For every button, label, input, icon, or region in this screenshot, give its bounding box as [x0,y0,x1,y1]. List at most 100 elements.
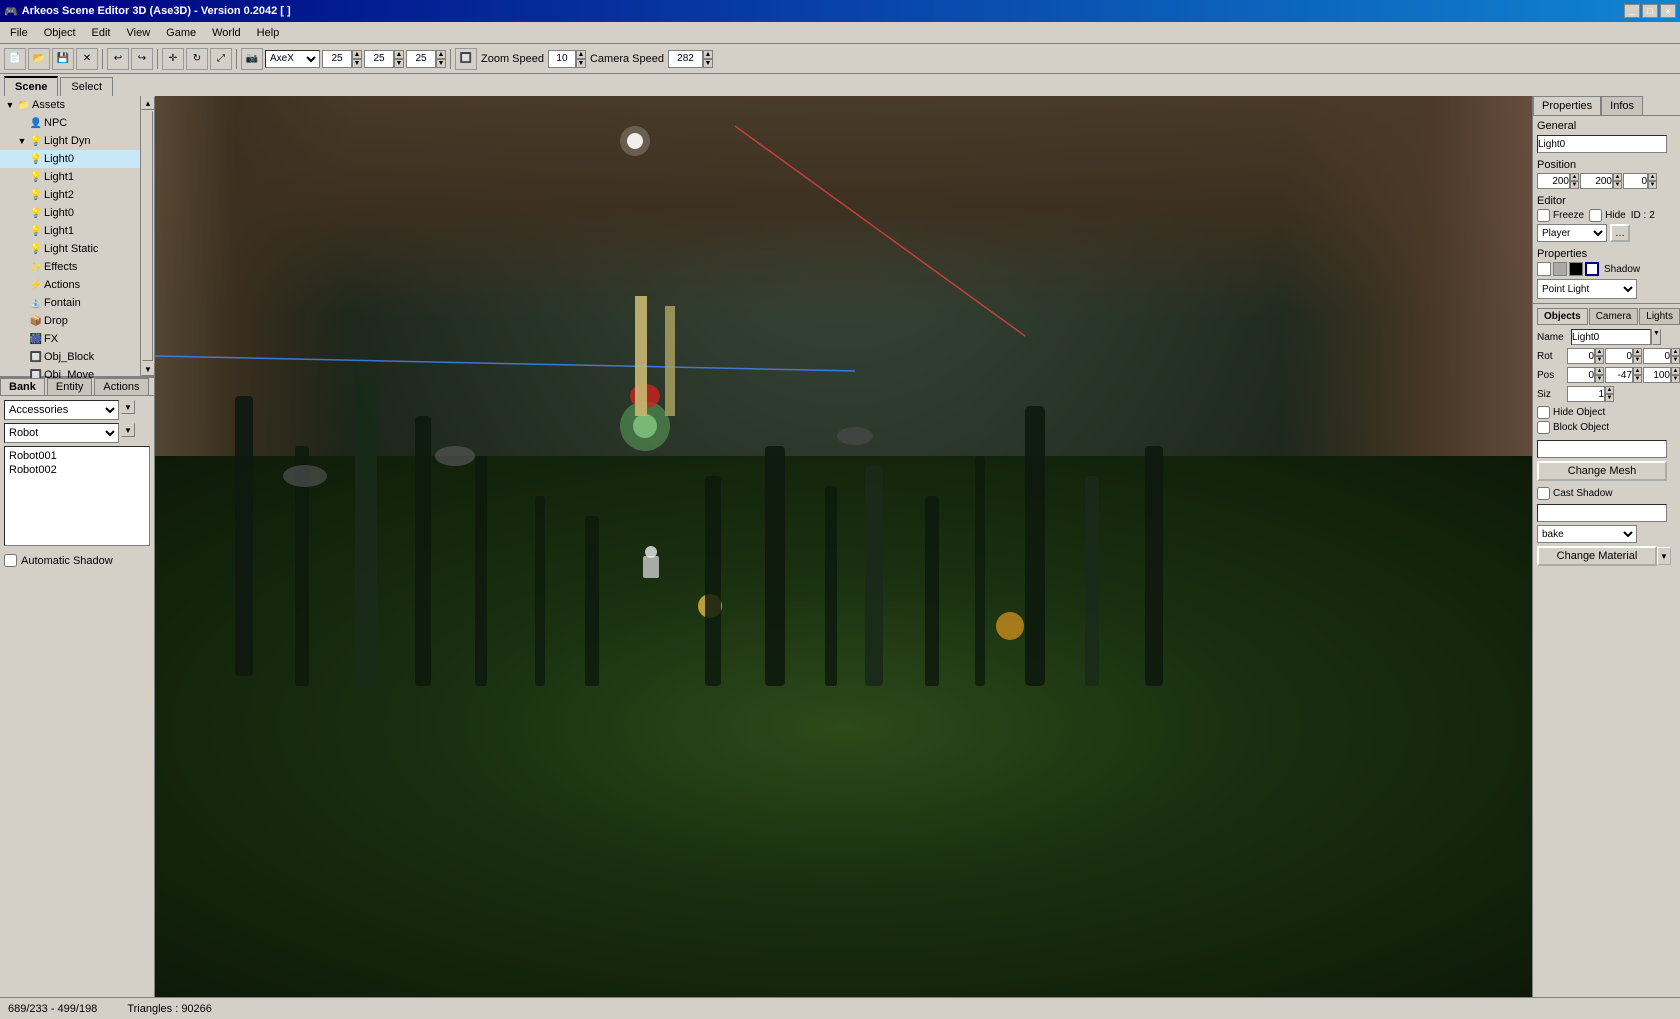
scroll-up-arrow[interactable]: ▲ [141,96,155,110]
obj-pos-y-arrows[interactable]: ▲ ▼ [1633,367,1642,383]
tree-node-light0a[interactable]: 💡 Light0 [0,150,140,168]
tree-node-effects[interactable]: ✨ Effects [0,258,140,276]
zoom-spin[interactable]: ▲ ▼ [548,50,586,68]
tree-node-npc[interactable]: 👤 NPC [0,114,140,132]
rot-y-spin[interactable]: ▲ ▼ [1605,348,1642,364]
menu-help[interactable]: Help [249,25,288,41]
expand-lightdyn[interactable]: ▼ [16,136,28,146]
mesh-name-input[interactable] [1537,440,1667,458]
obj-pos-z-input[interactable] [1643,367,1671,383]
tab-infos[interactable]: Infos [1601,96,1643,115]
obj-pos-x-spin[interactable]: ▲ ▼ [1567,367,1604,383]
player-select[interactable]: Player [1537,224,1607,242]
viewport-canvas[interactable] [155,96,1532,997]
general-name-input[interactable] [1537,135,1667,153]
tree-node-objmove[interactable]: 🔲 Obj_Move [0,366,140,378]
x-arrows[interactable]: ▲ ▼ [352,50,362,68]
pos-x-spin[interactable]: ▲ ▼ [1537,173,1579,189]
cast-shadow-checkbox[interactable] [1537,487,1550,500]
delete-button[interactable]: ✕ [76,48,98,70]
color3[interactable] [1569,262,1583,276]
obj-pos-z-spin[interactable]: ▲ ▼ [1643,367,1680,383]
obj-pos-x-arrows[interactable]: ▲ ▼ [1595,367,1604,383]
size-arrows[interactable]: ▲ ▼ [1605,386,1614,402]
tab-camera[interactable]: Camera [1589,308,1639,325]
material-name-input[interactable] [1537,504,1667,522]
minimize-button[interactable]: _ [1624,4,1640,18]
y-down[interactable]: ▼ [394,59,404,68]
menu-object[interactable]: Object [36,25,84,41]
titlebar-controls[interactable]: _ □ × [1624,4,1676,18]
y-up[interactable]: ▲ [394,50,404,59]
hide-checkbox[interactable] [1589,209,1602,222]
tree-node-lightstatic[interactable]: 💡 Light Static [0,240,140,258]
obj-pos-x-input[interactable] [1567,367,1595,383]
y-input[interactable] [364,50,394,68]
scale-button[interactable]: ⤢ [210,48,232,70]
x-spin[interactable]: ▲ ▼ [322,50,362,68]
pos-x-arrows[interactable]: ▲ ▼ [1570,173,1579,189]
camera-arrows[interactable]: ▲ ▼ [703,50,713,68]
y-arrows[interactable]: ▲ ▼ [394,50,404,68]
player-button[interactable]: … [1610,224,1630,242]
pos-z-input[interactable] [1623,173,1648,189]
rot-z-arrows[interactable]: ▲ ▼ [1671,348,1680,364]
tab-scene[interactable]: Scene [4,76,58,96]
z-spin[interactable]: ▲ ▼ [406,50,446,68]
tree-node-objblock[interactable]: 🔲 Obj_Block [0,348,140,366]
open-button[interactable]: 📂 [28,48,50,70]
automatic-shadow-checkbox[interactable] [4,554,17,567]
pos-y-arrows[interactable]: ▲ ▼ [1613,173,1622,189]
camera-up[interactable]: ▲ [703,50,713,59]
robot001-item[interactable]: Robot001 [7,449,147,463]
tree-node-drop[interactable]: 📦 Drop [0,312,140,330]
tree-node-fx[interactable]: 🎆 FX [0,330,140,348]
rotate-button[interactable]: ↻ [186,48,208,70]
entity-list[interactable]: Robot001 Robot002 [4,446,150,546]
tree-node-light1a[interactable]: 💡 Light1 [0,168,140,186]
menu-world[interactable]: World [204,25,249,41]
pos-x-down[interactable]: ▼ [1570,181,1579,189]
tab-select[interactable]: Select [60,77,113,96]
expand-assets[interactable]: ▼ [4,100,16,110]
menu-file[interactable]: File [2,25,36,41]
tab-entity[interactable]: Entity [47,378,93,395]
hide-object-checkbox[interactable] [1537,406,1550,419]
robot002-item[interactable]: Robot002 [7,463,147,477]
type-arrow[interactable]: ▼ [121,423,135,437]
rot-z-spin[interactable]: ▲ ▼ [1643,348,1680,364]
x-up[interactable]: ▲ [352,50,362,59]
rot-x-spin[interactable]: ▲ ▼ [1567,348,1604,364]
tree-node-light2[interactable]: 💡 Light2 [0,186,140,204]
zoom-down[interactable]: ▼ [576,59,586,68]
camera-spin[interactable]: ▲ ▼ [668,50,713,68]
camera-button[interactable]: 📷 [241,48,263,70]
material-arrow[interactable]: ▼ [1657,547,1671,565]
scene-tree[interactable]: ▼ 📁 Assets 👤 NPC ▼ 💡 Light Dyn [0,96,140,378]
menu-game[interactable]: Game [158,25,204,41]
type-select[interactable]: Robot [4,423,119,443]
tab-properties[interactable]: Properties [1533,96,1601,115]
scroll-down-arrow[interactable]: ▼ [141,362,155,376]
z-input[interactable] [406,50,436,68]
pos-z-down[interactable]: ▼ [1648,181,1657,189]
pos-y-spin[interactable]: ▲ ▼ [1580,173,1622,189]
obj-pos-z-arrows[interactable]: ▲ ▼ [1671,367,1680,383]
pos-z-spin[interactable]: ▲ ▼ [1623,173,1657,189]
color2[interactable] [1553,262,1567,276]
scroll-thumb[interactable] [142,111,153,361]
freeze-checkbox[interactable] [1537,209,1550,222]
maximize-button[interactable]: □ [1642,4,1658,18]
tab-lights[interactable]: Lights [1639,308,1680,325]
block-object-checkbox[interactable] [1537,421,1550,434]
tree-node-assets[interactable]: ▼ 📁 Assets [0,96,140,114]
snap-button[interactable]: 🔲 [455,48,477,70]
pos-z-up[interactable]: ▲ [1648,173,1657,181]
pos-y-up[interactable]: ▲ [1613,173,1622,181]
camera-down[interactable]: ▼ [703,59,713,68]
tree-scrollbar[interactable]: ▲ ▼ [140,96,154,376]
size-spin[interactable]: ▲ ▼ [1567,386,1614,402]
tree-node-actions[interactable]: ⚡ Actions [0,276,140,294]
undo-button[interactable]: ↩ [107,48,129,70]
color4[interactable] [1585,262,1599,276]
